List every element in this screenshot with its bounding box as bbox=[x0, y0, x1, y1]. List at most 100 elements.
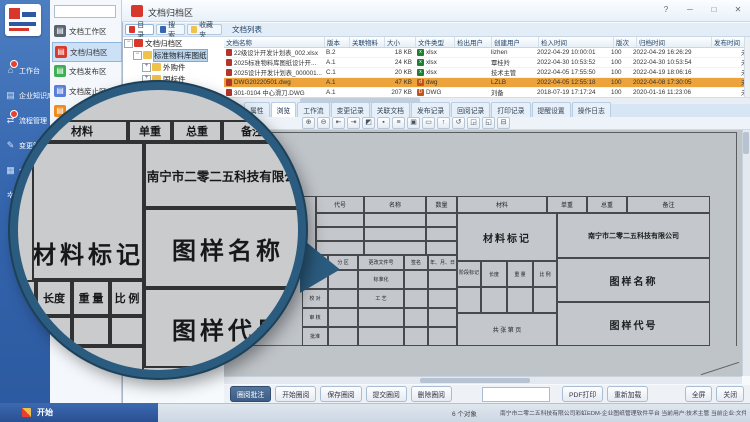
file-cell: 2018-07-19 17:17:24 bbox=[535, 88, 609, 97]
arrow-up-icon[interactable]: ↑ bbox=[437, 117, 450, 129]
button-删除圈阅[interactable]: 删除圈阅 bbox=[411, 386, 452, 402]
collapse-icon[interactable]: − bbox=[124, 39, 133, 48]
marker-icon[interactable]: ▪ bbox=[377, 117, 390, 129]
column-header-版次[interactable]: 版次 bbox=[614, 37, 637, 47]
sidebar-item-企业知识库[interactable]: ▤企业知识库 bbox=[0, 83, 50, 108]
tree-folder-selected[interactable]: − 标准物料库图纸 bbox=[123, 49, 224, 61]
tree-tab-目录[interactable]: 目录 bbox=[125, 24, 154, 35]
button-重新加载[interactable]: 重新加载 bbox=[607, 386, 648, 402]
file-name: 2025设计开发计划表_000001... bbox=[234, 68, 322, 77]
doc-tab-工作流[interactable]: 工作流 bbox=[297, 102, 329, 117]
tb-cell bbox=[364, 227, 426, 241]
button-PDF打印[interactable]: PDF打印 bbox=[562, 386, 603, 402]
doc-tab-操作日志[interactable]: 操作日志 bbox=[572, 102, 611, 117]
column-header-关联物料[interactable]: 关联物料 bbox=[350, 37, 385, 47]
tb-sign-cell bbox=[358, 308, 404, 327]
column-header-检出用户[interactable]: 检出用户 bbox=[455, 37, 492, 47]
document-area-icon: ▤ bbox=[55, 46, 67, 58]
mag-material: 材料 bbox=[36, 120, 128, 142]
doc-tab-发布记录[interactable]: 发布记录 bbox=[411, 102, 450, 117]
column-header-创建用户[interactable]: 创建用户 bbox=[492, 37, 539, 47]
button-提交圈阅[interactable]: 提交圈阅 bbox=[366, 386, 407, 402]
start-button[interactable]: 开始 bbox=[0, 403, 158, 422]
knowledge-icon: ▤ bbox=[5, 90, 16, 101]
column-header-文件类型[interactable]: 文件类型 bbox=[416, 37, 455, 47]
file-cell bbox=[348, 58, 382, 67]
doc-tab-打印记录[interactable]: 打印记录 bbox=[491, 102, 530, 117]
file-row[interactable]: 22级设计开发计划表_002.xlsxB.218 KBxxlsxlizhen20… bbox=[224, 48, 744, 58]
file-name: 22级设计开发计划表_002.xlsx bbox=[234, 48, 318, 57]
collapse-icon[interactable]: − bbox=[133, 51, 142, 60]
mag-cell bbox=[72, 316, 110, 346]
tb-material: 材料 bbox=[457, 196, 547, 213]
file-table-vscrollbar[interactable] bbox=[744, 37, 750, 97]
file-cell: 2022-04-29 16:26:29 bbox=[631, 48, 705, 57]
column-header-版本[interactable]: 版本 bbox=[325, 37, 350, 47]
mag-material-mark: 材料标记 bbox=[32, 142, 144, 280]
column-header-大小[interactable]: 大小 bbox=[385, 37, 416, 47]
tree-root[interactable]: − 文档归档区 bbox=[123, 37, 224, 49]
tb-cell bbox=[316, 241, 364, 255]
tree-tab-收藏夹[interactable]: 收藏夹 bbox=[187, 24, 222, 35]
search-input[interactable] bbox=[54, 5, 116, 18]
tb-cell bbox=[533, 287, 557, 313]
nav-item-文档发布区[interactable]: ▤文档发布区 bbox=[52, 62, 120, 80]
window-control-□[interactable]: □ bbox=[706, 3, 722, 16]
file-row[interactable]: 2025标准物料库图纸设计开...A.124 KBxxlsx覃桂羚2022-04… bbox=[224, 58, 744, 68]
preview-vscroll-thumb[interactable] bbox=[743, 132, 749, 154]
button-关闭[interactable]: 关闭 bbox=[716, 386, 744, 402]
file-name: 301-0104 中心滑刀.DWG bbox=[234, 88, 305, 97]
collapse-icon[interactable]: ⊟ bbox=[497, 117, 510, 129]
rotate-icon[interactable]: ↺ bbox=[452, 117, 465, 129]
doc-tab-回阅记录[interactable]: 回阅记录 bbox=[451, 102, 490, 117]
layers-icon[interactable]: ≡ bbox=[392, 117, 405, 129]
zoom-window-icon[interactable]: ◲ bbox=[467, 117, 480, 129]
preview-vscrollbar[interactable] bbox=[742, 130, 750, 376]
tb-sign-cell bbox=[328, 327, 358, 346]
file-row[interactable]: DWG20220501.dwgA.147 KBddwgLZLB2022-04-0… bbox=[224, 78, 744, 88]
column-header-归档时间[interactable]: 归档时间 bbox=[637, 37, 712, 47]
button-圈阅批注[interactable]: 圈阅批注 bbox=[230, 386, 271, 402]
file-type: dwg bbox=[426, 79, 438, 86]
button-保存圈阅[interactable]: 保存圈阅 bbox=[320, 386, 361, 402]
window-control-✕[interactable]: ✕ bbox=[730, 3, 746, 16]
tree-tab-搜索[interactable]: 搜索 bbox=[156, 24, 185, 35]
doc-tab-变更记录[interactable]: 变更记录 bbox=[331, 102, 370, 117]
file-cell: 47 KB bbox=[382, 78, 415, 87]
image-icon[interactable]: ▣ bbox=[407, 117, 420, 129]
mag-drawing-code: 图样代号 bbox=[144, 288, 306, 368]
sidebar-item-label: 企业知识库 bbox=[19, 91, 54, 101]
folder-open-icon bbox=[143, 51, 152, 59]
button-全屏[interactable]: 全屏 bbox=[685, 386, 713, 402]
tree-node-外购件[interactable]: +外购件 bbox=[123, 61, 224, 73]
file-row[interactable]: 2025设计开发计划表_000001...C.120 KBxxlsx技术主管20… bbox=[224, 68, 744, 78]
box-icon[interactable]: ▭ bbox=[422, 117, 435, 129]
doc-tab-关联文档[interactable]: 关联文档 bbox=[371, 102, 410, 117]
window-control-?[interactable]: ? bbox=[658, 3, 674, 16]
nav-item-文档归档区[interactable]: ▤文档归档区 bbox=[52, 42, 122, 62]
pan-left-icon[interactable]: ⇤ bbox=[332, 117, 345, 129]
column-header-文档名称[interactable]: 文档名称 bbox=[224, 37, 325, 47]
doc-tab-浏览[interactable]: 浏览 bbox=[271, 102, 297, 117]
button-开始圈阅[interactable]: 开始圈阅 bbox=[275, 386, 316, 402]
tb-sign-cell bbox=[404, 270, 428, 289]
preview-hscroll-thumb[interactable] bbox=[420, 378, 530, 383]
expand-icon[interactable]: + bbox=[142, 63, 151, 72]
nav-item-文档工作区[interactable]: ▤文档工作区 bbox=[52, 22, 120, 40]
file-cell bbox=[705, 48, 739, 57]
fit-page-icon[interactable]: ◱ bbox=[482, 117, 495, 129]
zoom-in-icon[interactable]: ⊕ bbox=[302, 117, 315, 129]
window-control-─[interactable]: ─ bbox=[682, 3, 698, 16]
column-header-发布时间[interactable]: 发布时间 bbox=[712, 37, 744, 47]
annotation-input[interactable] bbox=[482, 387, 550, 402]
doc-tab-提醒设置[interactable]: 提醒设置 bbox=[532, 102, 571, 117]
column-header-检入时间[interactable]: 检入时间 bbox=[539, 37, 614, 47]
sidebar-item-工作台[interactable]: ⌂工作台 bbox=[0, 58, 50, 83]
file-cell: 301-0104 中心滑刀.DWG bbox=[224, 88, 324, 97]
file-type-icon: x bbox=[417, 69, 424, 76]
zoom-out-icon[interactable]: ⊖ bbox=[317, 117, 330, 129]
pan-right-icon[interactable]: ⇥ bbox=[347, 117, 360, 129]
brightness-icon[interactable]: ◩ bbox=[362, 117, 375, 129]
file-cell: 22级设计开发计划表_002.xlsx bbox=[224, 48, 324, 57]
file-row[interactable]: 301-0104 中心滑刀.DWGA.1207 KBDDWG刘备2018-07-… bbox=[224, 88, 744, 97]
